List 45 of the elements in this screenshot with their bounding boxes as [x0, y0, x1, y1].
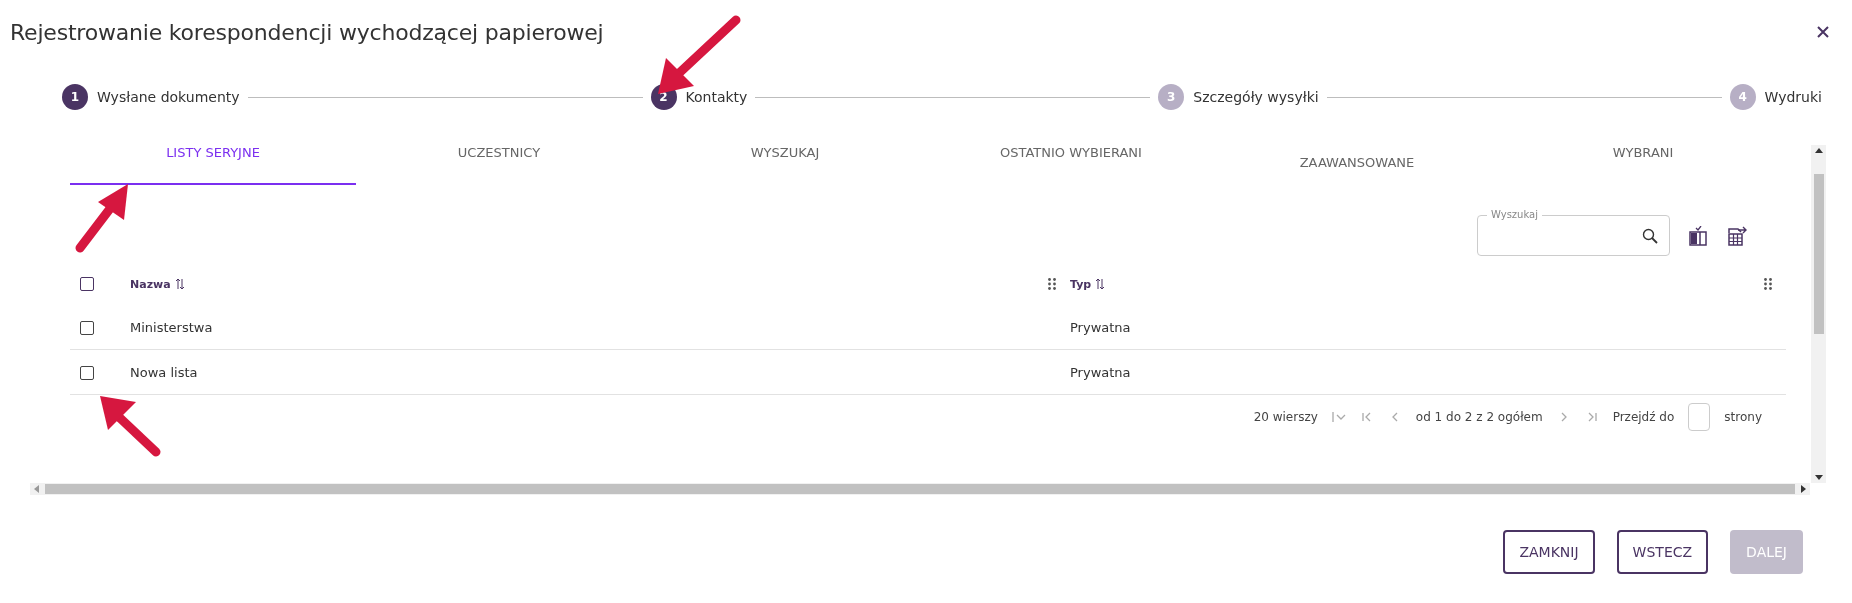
table-cell: Ministerstwa: [130, 319, 213, 335]
tab[interactable]: WYBRANI: [1500, 145, 1786, 185]
tab[interactable]: WYSZUKAJ: [642, 145, 928, 185]
close-icon[interactable]: [1816, 25, 1830, 39]
search-icon[interactable]: [1642, 228, 1658, 244]
scroll-right-icon[interactable]: [1801, 485, 1806, 493]
go-to-label: Przejdź do: [1612, 410, 1675, 424]
rows-per-page: 20 wierszy: [1253, 410, 1318, 424]
step-label: Kontakty: [685, 89, 748, 105]
step-label: Wydruki: [1764, 89, 1822, 105]
column-header[interactable]: Typ: [1070, 277, 1092, 291]
columns-icon[interactable]: [1688, 226, 1708, 246]
dialog-title: Rejestrowanie korespondencji wychodzącej papierowej: [10, 19, 604, 45]
tab[interactable]: UCZESTNICY: [356, 145, 642, 185]
select-all-checkbox[interactable]: [80, 277, 94, 291]
step-label: Wysłane dokumenty: [97, 89, 240, 105]
table-cell: Prywatna: [1070, 319, 1131, 335]
drag-handle-icon[interactable]: [1048, 278, 1056, 290]
page-range: od 1 do 2 z 2 ogółem: [1415, 410, 1543, 424]
drag-handle-icon[interactable]: [1764, 278, 1772, 290]
field-label: Wyszukaj: [1487, 208, 1542, 221]
scroll-up-icon[interactable]: [1814, 148, 1823, 153]
step-number: 3: [1158, 84, 1185, 110]
page-input[interactable]: [1688, 403, 1711, 431]
tab[interactable]: OSTATNIO WYBIERANI: [928, 145, 1214, 185]
horizontal-scrollbar[interactable]: [30, 483, 1810, 495]
step-number: 4: [1729, 84, 1756, 110]
table-cell: Nowa lista: [130, 364, 198, 380]
dialog-button[interactable]: ZAMKNIJ: [1503, 530, 1595, 574]
row-checkbox[interactable]: [80, 365, 94, 380]
sort-icon[interactable]: [1095, 278, 1106, 290]
step-number: 1: [62, 84, 88, 110]
step-label: Szczegóły wysyłki: [1193, 89, 1319, 105]
column-header[interactable]: Nazwa: [130, 277, 171, 291]
scroll-down-icon[interactable]: [1814, 475, 1823, 480]
search-field[interactable]: Wyszukaj: [1477, 208, 1670, 256]
tab[interactable]: LISTY SERYJNE: [70, 145, 356, 185]
go-to-suffix: strony: [1724, 410, 1762, 424]
row-checkbox[interactable]: [80, 320, 94, 335]
sort-icon[interactable]: [174, 278, 185, 290]
dialog-button[interactable]: WSTECZ: [1616, 530, 1709, 574]
table-cell: Prywatna: [1070, 364, 1131, 380]
vertical-scrollbar[interactable]: [1811, 145, 1826, 483]
export-table-icon[interactable]: [1726, 225, 1748, 247]
tab[interactable]: ZAAWANSOWANE: [1214, 145, 1500, 185]
